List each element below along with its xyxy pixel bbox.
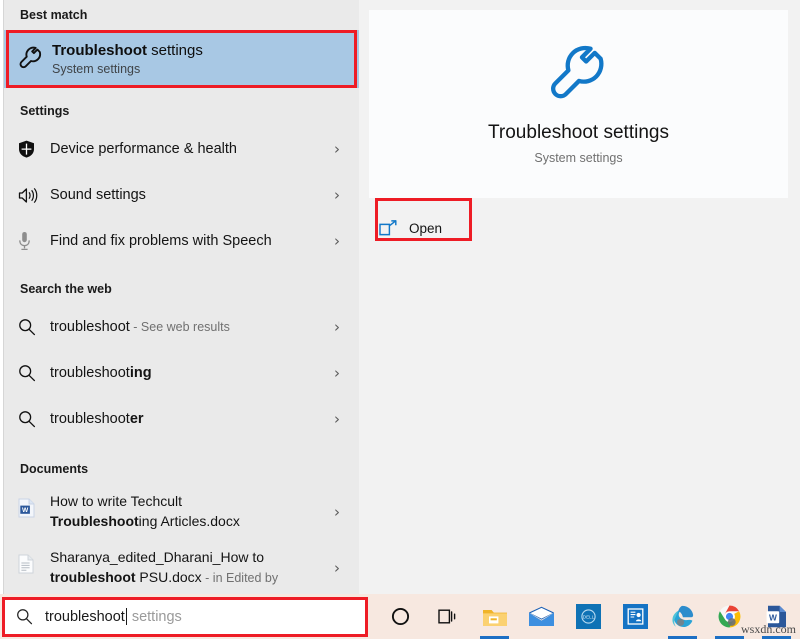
document-line-2-rest: ing Articles.docx: [138, 513, 240, 529]
best-match-row-wrap: Troubleshoot settings System settings: [4, 30, 359, 88]
edge-icon: [670, 604, 695, 629]
web-result-troubleshooting[interactable]: troubleshooting ›: [4, 350, 359, 396]
web-result-suffix: ing: [129, 364, 152, 381]
web-search-heading: Search the web: [20, 282, 112, 296]
wrench-icon: [547, 44, 611, 108]
search-icon: [18, 364, 48, 382]
cortana-button[interactable]: [377, 594, 424, 639]
web-result-label: troubleshooting: [48, 364, 325, 383]
web-result-query: troubleshoot: [50, 364, 130, 381]
file-explorer-button[interactable]: [471, 594, 518, 639]
taskbar-buttons: DELL W: [377, 594, 800, 639]
document-item-psu-edited-by[interactable]: Sharanya_edited_Dharani_How to troublesho…: [4, 540, 359, 594]
preview-title: Troubleshoot settings: [488, 121, 669, 143]
document-icon: [18, 554, 48, 574]
open-button-label: Open: [409, 220, 443, 236]
settings-item-find-and-fix-speech[interactable]: Find and fix problems with Speech ›: [4, 218, 359, 264]
task-view-button[interactable]: [424, 594, 471, 639]
chevron-right-icon[interactable]: ›: [325, 186, 349, 204]
chrome-icon: [717, 604, 742, 629]
mail-icon: [528, 606, 555, 627]
document-line-1: Sharanya_edited_Dharani_How to: [50, 549, 265, 566]
app-tile-icon: [623, 604, 648, 629]
taskbar-search-box[interactable]: troubleshoot settings: [4, 597, 365, 636]
watermark: wsxdn.com: [741, 622, 796, 636]
text-caret: [125, 608, 127, 625]
task-view-icon: [437, 607, 459, 626]
search-typed-value: troubleshoot: [45, 608, 125, 625]
best-match-heading: Best match: [20, 8, 88, 22]
documents-heading: Documents: [20, 462, 89, 476]
word-document-icon: W: [18, 498, 48, 518]
search-suggestion: settings: [127, 608, 182, 625]
circle-icon: [391, 607, 410, 626]
search-icon: [18, 410, 48, 428]
blue-app-button[interactable]: [612, 594, 659, 639]
document-line-2-rest: PSU.docx: [135, 569, 202, 585]
start-search-screen: Best match Troubleshoot settings System …: [0, 0, 800, 639]
open-button[interactable]: Open: [369, 212, 464, 244]
document-line-2-bold: Troubleshoot: [50, 513, 139, 529]
best-match-title: Troubleshoot settings: [52, 42, 203, 61]
best-match-result-troubleshoot-settings[interactable]: Troubleshoot settings System settings: [4, 30, 359, 88]
shield-icon: [18, 140, 48, 158]
document-line-2-bold: troubleshoot: [50, 569, 136, 585]
chevron-right-icon[interactable]: ›: [325, 318, 349, 336]
chevron-right-icon[interactable]: ›: [325, 364, 349, 382]
search-input[interactable]: troubleshoot settings: [45, 608, 182, 625]
chevron-right-icon[interactable]: ›: [325, 410, 349, 428]
web-result-query: troubleshoot: [50, 410, 130, 427]
chevron-right-icon[interactable]: ›: [325, 140, 349, 158]
chevron-right-icon[interactable]: ›: [325, 559, 349, 577]
web-result-label: troubleshooter: [48, 410, 325, 429]
document-item-techcult-troubleshooting-articles[interactable]: W How to write Techcult Troubleshooting A…: [4, 484, 359, 540]
web-result-suffix: er: [129, 410, 144, 427]
web-result-troubleshoot[interactable]: troubleshoot - See web results ›: [4, 304, 359, 350]
settings-item-label: Device performance & health: [50, 140, 237, 157]
web-result-hint: - See web results: [129, 319, 230, 334]
document-line-1: How to write Techcult: [50, 493, 183, 510]
best-match-title-bold: Troubleshoot: [52, 41, 147, 59]
chevron-right-icon[interactable]: ›: [325, 503, 349, 521]
document-item-label: Sharanya_edited_Dharani_How to troublesho…: [48, 548, 325, 588]
preview-card: Troubleshoot settings System settings: [369, 10, 788, 198]
settings-item-label: Find and fix problems with Speech: [50, 232, 272, 249]
wrench-icon: [18, 46, 52, 72]
taskbar: troubleshoot settings DELL W: [0, 594, 800, 639]
settings-item-sound-settings[interactable]: Sound settings ›: [4, 172, 359, 218]
best-match-title-rest: settings: [147, 41, 203, 59]
search-results-list: Best match Troubleshoot settings System …: [4, 0, 359, 594]
preview-pane: Troubleshoot settings System settings Op…: [359, 0, 800, 594]
svg-text:W: W: [768, 612, 776, 622]
microsoft-edge-button[interactable]: [659, 594, 706, 639]
search-flyout: Best match Troubleshoot settings System …: [0, 0, 800, 594]
settings-item-device-performance-health[interactable]: Device performance & health ›: [4, 126, 359, 172]
microphone-icon: [18, 231, 48, 251]
document-line-2-hint: - in Edited by: [201, 571, 279, 585]
chevron-right-icon[interactable]: ›: [325, 232, 349, 250]
preview-actions: Open: [369, 200, 788, 256]
mail-button[interactable]: [518, 594, 565, 639]
preview-subtitle: System settings: [534, 150, 623, 165]
folder-icon: [482, 606, 508, 628]
svg-text:W: W: [22, 507, 29, 514]
speaker-icon: [18, 187, 48, 204]
document-item-label: How to write Techcult Troubleshooting Art…: [48, 492, 325, 532]
settings-item-label: Sound settings: [50, 186, 146, 203]
svg-text:DELL: DELL: [583, 615, 595, 620]
open-external-icon: [379, 220, 397, 236]
web-result-query: troubleshoot: [50, 318, 130, 335]
dell-app-button[interactable]: DELL: [565, 594, 612, 639]
dell-icon: DELL: [576, 604, 601, 629]
settings-heading: Settings: [20, 104, 70, 118]
search-icon: [16, 608, 33, 625]
search-icon: [18, 318, 48, 336]
web-result-troubleshooter[interactable]: troubleshooter ›: [4, 396, 359, 442]
best-match-subtitle: System settings: [52, 62, 141, 77]
web-result-label: troubleshoot - See web results: [48, 318, 325, 337]
